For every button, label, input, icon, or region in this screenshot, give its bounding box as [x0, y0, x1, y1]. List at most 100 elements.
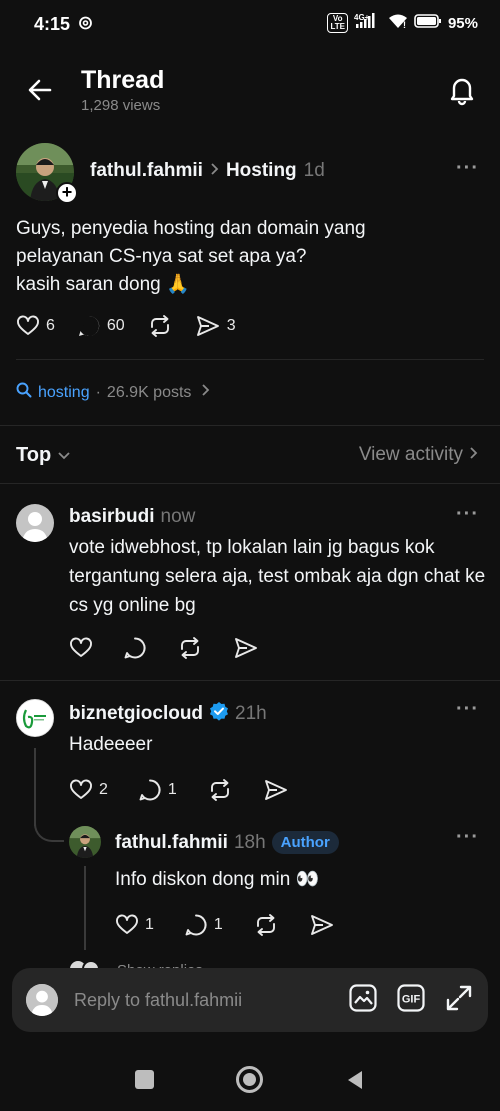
chevron-right-icon — [210, 160, 219, 182]
heart-icon — [70, 637, 92, 657]
reply-author[interactable]: biznetgiocloud — [69, 703, 203, 725]
post-topic[interactable]: Hosting — [226, 160, 297, 182]
threads-notification-icon — [78, 15, 92, 30]
status-indicators: Vo LTE 4G+ ! 95% — [327, 13, 478, 33]
view-activity-label: View activity — [358, 444, 463, 465]
notifications-button[interactable] — [446, 74, 478, 106]
share-button[interactable]: 3 — [195, 314, 236, 338]
recent-apps-button[interactable] — [135, 1070, 154, 1089]
reply-text: vote idwebhost, tp lokalan lain jg bagus… — [69, 537, 486, 616]
comment-icon — [124, 637, 146, 659]
like-button[interactable]: 6 — [16, 314, 55, 338]
topic-tag-name: hosting — [38, 383, 90, 401]
search-icon — [16, 382, 32, 403]
repost-button[interactable] — [207, 778, 233, 802]
gif-label: GIF — [402, 993, 421, 1005]
divider — [16, 359, 484, 360]
send-icon — [264, 780, 287, 800]
reply-text: Info diskon dong min 👀 — [115, 869, 320, 890]
topic-tag[interactable]: hosting · 26.9K posts — [16, 382, 210, 403]
reply-input[interactable] — [74, 989, 324, 1011]
send-icon — [196, 316, 219, 336]
avatar — [26, 984, 58, 1016]
comment-button[interactable]: 1 — [138, 778, 177, 802]
reply-count: 1 — [167, 781, 177, 798]
repost-icon — [150, 315, 169, 337]
share-button[interactable] — [309, 913, 335, 937]
back-button[interactable] — [24, 74, 56, 106]
send-icon — [310, 915, 333, 935]
more-options-icon[interactable]: ··· — [456, 157, 479, 180]
sort-dropdown[interactable]: Top — [16, 444, 71, 467]
expand-icon[interactable] — [444, 983, 474, 1018]
follow-plus-icon[interactable]: + — [56, 182, 78, 204]
more-options-icon[interactable]: ··· — [456, 826, 479, 849]
author-badge: Author — [271, 831, 339, 854]
view-count: 1,298 views — [81, 97, 161, 114]
like-count: 2 — [99, 781, 108, 798]
reply-composer: GIF — [12, 968, 488, 1032]
repost-icon — [210, 779, 229, 801]
send-icon — [235, 638, 257, 658]
thread-line — [84, 866, 86, 950]
post-actions: 6 60 3 — [16, 314, 258, 338]
bell-icon — [450, 78, 474, 106]
home-button-center — [243, 1073, 256, 1086]
chevron-right-icon — [201, 383, 210, 402]
status-time: 4:15 — [34, 14, 71, 34]
chevron-right-icon — [469, 444, 478, 466]
image-icon[interactable] — [348, 983, 378, 1018]
topic-tag-posts: 26.9K posts — [106, 383, 192, 401]
divider — [0, 425, 500, 426]
post-text: Guys, penyedia hosting dan domain yang p… — [16, 215, 476, 299]
repost-button[interactable] — [253, 913, 279, 937]
replies-button[interactable]: 60 — [77, 314, 125, 338]
repost-button[interactable] — [147, 314, 173, 338]
signal-icon: 4G+ — [354, 13, 382, 33]
avatar[interactable] — [16, 699, 54, 737]
like-button[interactable]: 2 — [69, 778, 108, 802]
comment-button[interactable]: 1 — [184, 913, 223, 937]
like-button[interactable] — [69, 636, 93, 660]
repost-button[interactable] — [177, 636, 203, 660]
share-button[interactable] — [263, 778, 289, 802]
reply-count: 60 — [106, 317, 125, 334]
reply-time: 21h — [235, 703, 267, 724]
repost-icon — [181, 637, 199, 659]
battery-icon — [414, 13, 442, 33]
post-header: fathul.fahmii Hosting 1d — [90, 160, 325, 182]
like-button[interactable]: 1 — [115, 913, 154, 937]
wifi-icon: ! — [388, 13, 408, 33]
reply-author[interactable]: fathul.fahmii — [115, 832, 228, 854]
more-options-icon[interactable]: ··· — [456, 503, 479, 526]
system-back-button[interactable] — [346, 1069, 364, 1096]
heart-icon — [70, 779, 92, 799]
gif-button[interactable]: GIF — [396, 983, 426, 1018]
comment-icon — [185, 914, 207, 936]
divider — [0, 483, 500, 484]
reply-header: fathul.fahmii 18h Author — [115, 831, 339, 854]
thread-connector — [34, 790, 64, 842]
reply-time: 18h — [233, 831, 266, 853]
post-author[interactable]: fathul.fahmii — [90, 160, 203, 182]
share-count: 3 — [226, 317, 236, 334]
battery-percent: 95% — [447, 14, 478, 32]
share-button[interactable] — [233, 636, 259, 660]
more-options-icon[interactable]: ··· — [456, 698, 479, 721]
page-title: Thread — [81, 66, 165, 94]
reply-author[interactable]: basirbudi — [69, 506, 155, 528]
comment-button[interactable] — [123, 636, 147, 660]
post-text-line: kasih saran dong 🙏 — [16, 274, 190, 295]
sort-label: Top — [16, 444, 52, 466]
avatar[interactable] — [69, 826, 101, 858]
reply-check-icon — [78, 315, 100, 336]
triangle-back-icon — [348, 1071, 362, 1089]
chevron-down-icon — [57, 444, 71, 467]
composer-tools: GIF — [348, 983, 474, 1018]
view-activity-link[interactable]: View activity — [359, 444, 478, 466]
post-text-line: pelayanan CS-nya sat set apa ya? — [16, 246, 307, 267]
biznet-logo-icon — [17, 700, 53, 736]
avatar[interactable] — [16, 504, 54, 542]
like-count: 1 — [145, 916, 154, 933]
repost-icon — [256, 914, 275, 936]
